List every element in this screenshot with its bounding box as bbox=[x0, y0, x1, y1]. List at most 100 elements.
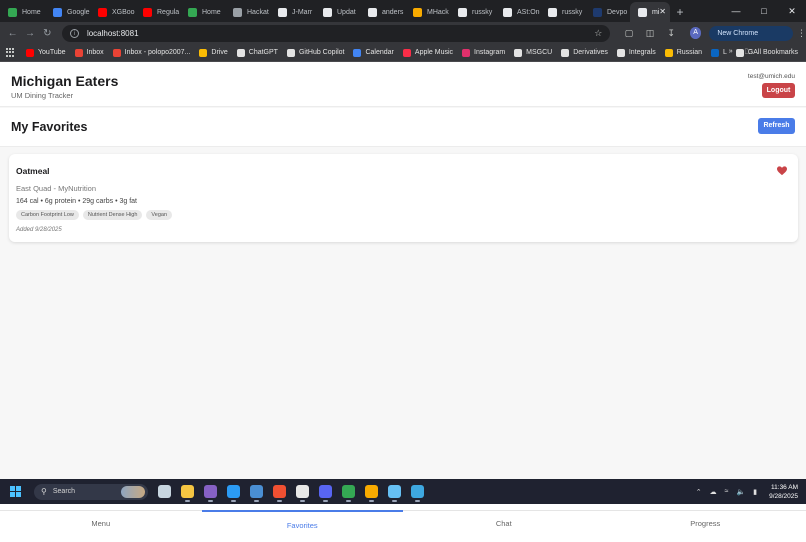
app-icon[interactable] bbox=[250, 485, 263, 498]
food-name: Oatmeal bbox=[16, 166, 50, 176]
nav-tab-favorites[interactable]: Favorites bbox=[202, 511, 404, 542]
browser-tab[interactable]: Home bbox=[0, 2, 45, 22]
git-icon[interactable] bbox=[273, 485, 286, 498]
windows-start-icon[interactable] bbox=[10, 486, 22, 498]
notepad-icon[interactable] bbox=[411, 485, 424, 498]
bookmark-favicon-icon bbox=[514, 49, 522, 57]
vscode-icon[interactable] bbox=[227, 485, 240, 498]
bookmark-item[interactable]: Russian bbox=[665, 49, 702, 57]
nav-tab-menu[interactable]: Menu bbox=[0, 511, 202, 542]
maximize-icon[interactable]: □ bbox=[750, 0, 778, 22]
steam-tray-icon[interactable] bbox=[388, 485, 401, 498]
slack-icon[interactable] bbox=[296, 485, 309, 498]
bookmark-item[interactable]: Derivatives bbox=[561, 49, 608, 57]
bookmark-item[interactable]: MSGCU bbox=[514, 49, 552, 57]
taskbar-clock[interactable]: 11:36 AM 9/28/2025 bbox=[769, 483, 798, 501]
bookmark-item[interactable]: Apple Music bbox=[403, 49, 453, 57]
forward-arrow-icon[interactable]: → bbox=[21, 28, 38, 39]
bookmark-item[interactable]: Drive bbox=[199, 49, 227, 57]
tab-title: Devpo bbox=[607, 9, 627, 16]
browser-tab[interactable]: MHack bbox=[405, 2, 450, 22]
bookmark-item[interactable]: Integrals bbox=[617, 49, 656, 57]
browser-tab[interactable]: J-Marr bbox=[270, 2, 315, 22]
browser-tab[interactable]: russky bbox=[540, 2, 585, 22]
heart-icon[interactable] bbox=[777, 166, 787, 176]
chrome-canary-icon[interactable] bbox=[365, 485, 378, 498]
bookmark-label: Russian bbox=[677, 49, 702, 56]
bookmark-label: MSGCU bbox=[526, 49, 552, 56]
refresh-button[interactable]: Refresh bbox=[758, 118, 795, 134]
tab-list: HomeGoogleXGBooRegulaHomeHackatJ-MarrUpd… bbox=[0, 2, 670, 22]
file-explorer-icon[interactable] bbox=[181, 485, 194, 498]
bookmark-star-icon[interactable]: ☆ bbox=[594, 28, 602, 39]
tab-favicon-icon bbox=[143, 8, 152, 17]
profile-avatar[interactable]: A bbox=[690, 27, 702, 39]
tab-favicon-icon bbox=[53, 8, 62, 17]
cloud-icon[interactable]: ☁ bbox=[710, 488, 717, 496]
nav-tab-progress[interactable]: Progress bbox=[605, 511, 806, 542]
bookmark-item[interactable]: GitHub Copilot bbox=[287, 49, 345, 57]
address-bar[interactable]: i localhost:8081 ☆ bbox=[62, 25, 610, 42]
split-view-icon[interactable]: ◫ bbox=[639, 28, 660, 39]
app-header: Michigan Eaters UM Dining Tracker test@u… bbox=[0, 63, 806, 107]
minimize-icon[interactable]: — bbox=[722, 0, 750, 22]
nav-tab-label: Menu bbox=[91, 519, 110, 528]
browser-tab[interactable]: Home bbox=[180, 2, 225, 22]
tab-favicon-icon bbox=[188, 8, 197, 17]
bookmark-item[interactable]: L bbox=[711, 49, 727, 57]
bookmark-item[interactable]: Inbox bbox=[75, 49, 104, 57]
new-tab-button[interactable]: + bbox=[670, 2, 690, 22]
close-tab-icon[interactable]: ✕ bbox=[659, 7, 666, 16]
browser-tab[interactable]: anders bbox=[360, 2, 405, 22]
browser-tab[interactable]: ASt:One bbox=[495, 2, 540, 22]
volume-icon[interactable]: 🔈 bbox=[737, 488, 746, 496]
discord-icon[interactable] bbox=[319, 485, 332, 498]
close-window-icon[interactable]: ✕ bbox=[778, 0, 806, 22]
all-bookmarks-folder[interactable]: 🗀 All Bookmarks bbox=[745, 48, 798, 59]
bookmark-label: Inbox bbox=[87, 49, 104, 56]
downloads-icon[interactable]: ↧ bbox=[661, 28, 682, 39]
browser-tab[interactable]: mi✕ bbox=[630, 2, 670, 22]
chevron-up-icon[interactable]: ⌃ bbox=[696, 488, 702, 496]
tag-nutrient-dense: Nutrient Dense High bbox=[83, 210, 143, 220]
browser-tab[interactable]: Devpo bbox=[585, 2, 630, 22]
battery-icon[interactable]: ▮ bbox=[753, 488, 757, 496]
tab-title: Hackat bbox=[247, 9, 269, 16]
chevron-right-icon[interactable]: » bbox=[729, 48, 733, 59]
browser-menu-icon[interactable]: ⋮ bbox=[797, 28, 806, 39]
browser-tab[interactable]: Google bbox=[45, 2, 90, 22]
site-info-icon[interactable]: i bbox=[70, 29, 79, 38]
bookmark-favicon-icon bbox=[237, 49, 245, 57]
chrome-update-chip[interactable]: New Chrome available bbox=[709, 26, 793, 41]
bookmark-favicon-icon bbox=[353, 49, 361, 57]
bookmark-item[interactable]: Inbox - polopo2007... bbox=[113, 49, 191, 57]
tab-title: MHack bbox=[427, 9, 449, 16]
reload-icon[interactable]: ↻ bbox=[39, 28, 56, 39]
bookmark-favicon-icon bbox=[711, 49, 719, 57]
tab-favicon-icon bbox=[548, 8, 557, 17]
browser-tab[interactable]: Updat bbox=[315, 2, 360, 22]
taskbar-search[interactable]: ⚲ Search bbox=[34, 484, 148, 500]
bookmark-item[interactable]: YouTube bbox=[26, 49, 66, 57]
apps-grid-icon[interactable] bbox=[6, 48, 16, 58]
browser-tab[interactable]: Hackat bbox=[225, 2, 270, 22]
bookmark-label: Apple Music bbox=[415, 49, 453, 56]
wifi-icon[interactable]: ≈ bbox=[725, 488, 729, 495]
tab-title: Regula bbox=[157, 9, 179, 16]
bookmark-item[interactable]: Instagram bbox=[462, 49, 505, 57]
visual-studio-icon[interactable] bbox=[204, 485, 217, 498]
browser-tab[interactable]: Regula bbox=[135, 2, 180, 22]
logout-button[interactable]: Logout bbox=[762, 83, 795, 98]
bookmark-item[interactable]: ChatGPT bbox=[237, 49, 278, 57]
url-text: localhost:8081 bbox=[87, 29, 139, 38]
bookmark-item[interactable]: Calendar bbox=[353, 49, 393, 57]
bookmark-label: L bbox=[723, 49, 727, 56]
steam-icon[interactable] bbox=[158, 485, 171, 498]
bookmark-favicon-icon bbox=[75, 49, 83, 57]
browser-tab[interactable]: XGBoo bbox=[90, 2, 135, 22]
back-arrow-icon[interactable]: ← bbox=[4, 28, 21, 39]
extensions-icon[interactable]: ▢ bbox=[618, 28, 639, 39]
browser-tab[interactable]: russky bbox=[450, 2, 495, 22]
nav-tab-chat[interactable]: Chat bbox=[403, 511, 605, 542]
chrome-icon[interactable] bbox=[342, 485, 355, 498]
